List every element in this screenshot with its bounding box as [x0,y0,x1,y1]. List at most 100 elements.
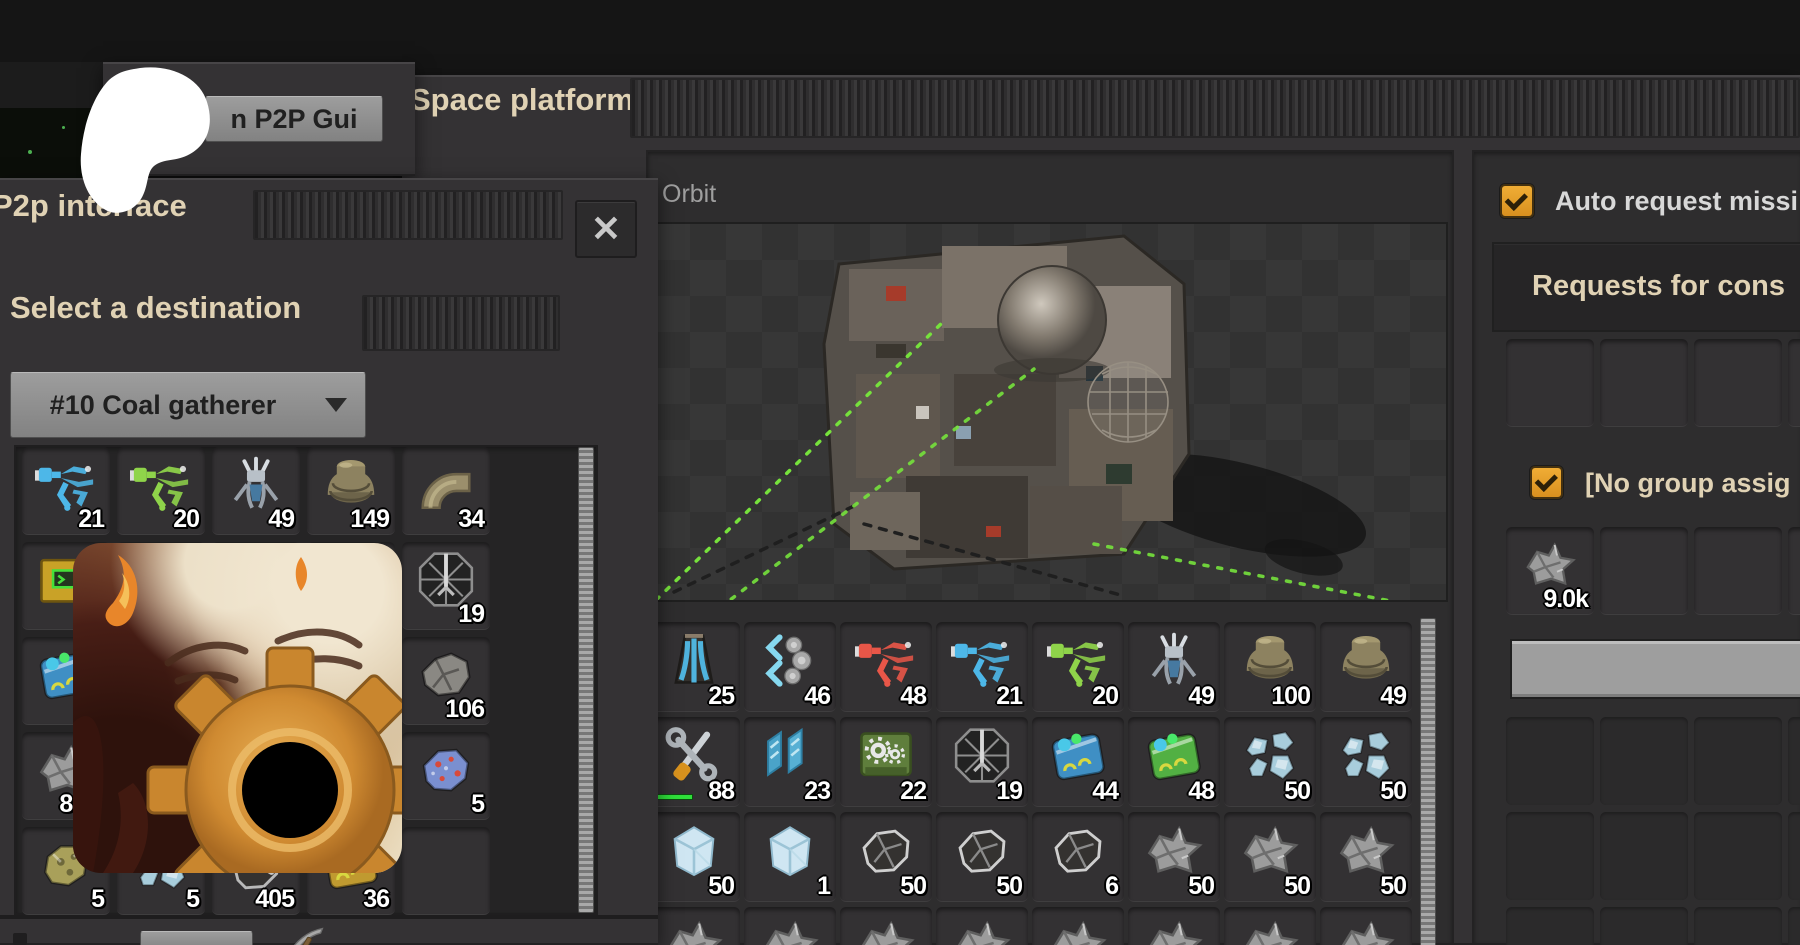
item-count: 44 [1092,777,1118,806]
item-count: 49 [1188,682,1214,711]
inventory-slot-empty[interactable] [1600,907,1688,945]
p2p-inventory-scrollbar[interactable] [578,447,594,913]
asteroid-icon [759,915,821,945]
inventory-slot-empty[interactable] [1694,527,1782,615]
inventory-slot-web[interactable]: 19 [402,542,490,630]
bottom-partial-button[interactable] [140,931,253,945]
inventory-slot-empty[interactable] [1694,339,1782,427]
item-count: 5 [471,790,484,819]
location-label: Orbit [662,180,716,209]
inventory-slot-repair[interactable]: 88 [648,717,740,807]
inventory-slot-empty[interactable] [402,827,490,915]
inventory-slot-circuit[interactable]: 21 [936,622,1028,712]
item-count: 25 [708,682,734,711]
inventory-slot-empty[interactable] [1506,339,1594,427]
inventory-slot-empty[interactable] [1600,339,1688,427]
inventory-slot-empty[interactable] [1600,717,1688,805]
inventory-slot-assembler[interactable]: 22 [840,717,932,807]
inventory-slot-asteroid[interactable] [648,907,740,945]
inventory-slot-empty[interactable] [1694,907,1782,945]
hub-inventory-grid: 2546482120491004988232219444850505015050… [648,622,1412,945]
durability-bar [657,794,693,800]
item-count: 20 [1092,682,1118,711]
auto-request-checkbox[interactable] [1500,184,1534,218]
item-count: 405 [255,885,294,914]
item-count: 50 [708,872,734,901]
item-count: 6 [1105,872,1118,901]
inventory-slot-icecube[interactable]: 50 [648,812,740,902]
inventory-slot-asteroid[interactable] [1320,907,1412,945]
inventory-slot-asteroid[interactable] [1032,907,1124,945]
asteroid-icon [1143,915,1205,945]
open-p2p-gui-button[interactable]: n P2P Gui [205,96,383,142]
inventory-slot-spider[interactable]: 49 [212,447,300,535]
inventory-slot-asteroid[interactable] [744,907,836,945]
inventory-slot-chunks[interactable]: 50 [1320,717,1412,807]
destination-dropdown[interactable]: #10 Coal gatherer [10,372,366,438]
inventory-slot-empty[interactable] [1694,717,1782,805]
inventory-slot-empty[interactable] [1788,527,1800,615]
inventory-slot-asteroid[interactable]: 50 [1320,812,1412,902]
inventory-slot-empty[interactable] [1506,717,1594,805]
p2p-window-drag-handle[interactable] [253,190,563,240]
empty-request-row [1506,717,1800,805]
inventory-slot-empty[interactable] [1788,812,1800,900]
inventory-slot-coal[interactable]: 6 [1032,812,1124,902]
inventory-slot-empty[interactable] [1788,907,1800,945]
inventory-slot-circuit[interactable]: 21 [22,447,110,535]
inventory-slot-engine[interactable]: 49 [1320,622,1412,712]
item-count: 50 [1380,777,1406,806]
inventory-slot-asteroid[interactable] [1128,907,1220,945]
inventory-slot-empty[interactable] [1788,339,1800,427]
inventory-slot-empty[interactable] [1600,527,1688,615]
hub-inventory-scrollbar[interactable] [1420,618,1436,945]
inventory-slot-stone[interactable]: 106 [402,637,490,725]
inventory-slot-ore[interactable]: 5 [402,732,490,820]
inventory-slot-empty[interactable] [1788,717,1800,805]
group-checkbox[interactable] [1530,466,1563,499]
asteroid-icon [1047,915,1109,945]
inventory-slot-circuit[interactable]: 48 [840,622,932,712]
inventory-slot-asteroid[interactable] [840,907,932,945]
asteroid-icon [1239,915,1301,945]
inventory-slot-asteroid[interactable]: 50 [1224,812,1316,902]
inventory-slot-circuit[interactable]: 20 [1032,622,1124,712]
hub-window-drag-handle[interactable] [630,78,1800,138]
white-blob-annotation [76,66,216,218]
item-count: 49 [1380,682,1406,711]
inventory-slot-mech[interactable]: 46 [744,622,836,712]
inventory-slot-icecube[interactable]: 1 [744,812,836,902]
group-slot-row: 9.0k [1506,527,1800,615]
inventory-slot-empty[interactable] [1694,812,1782,900]
inventory-slot-engine[interactable]: 100 [1224,622,1316,712]
item-count: 50 [1380,872,1406,901]
inventory-slot-empty[interactable] [1506,907,1594,945]
inventory-slot-web[interactable]: 19 [936,717,1028,807]
item-count: 19 [996,777,1022,806]
group-label: [No group assig [1585,468,1791,499]
inventory-slot-asteroid[interactable] [936,907,1028,945]
hub-inventory-pane: Orbit [646,150,1454,945]
inventory-slot-engine[interactable]: 149 [307,447,395,535]
inventory-slot-spider[interactable]: 49 [1128,622,1220,712]
inventory-slot-asteroid[interactable]: 9.0k [1506,527,1594,615]
item-count: 100 [1271,682,1310,711]
platform-viewport[interactable] [652,222,1448,602]
item-count: 149 [350,505,389,534]
inventory-slot-toolbox[interactable]: 48 [1128,717,1220,807]
inventory-slot-pipe[interactable]: 34 [402,447,490,535]
inventory-slot-thruster[interactable]: 25 [648,622,740,712]
inventory-slot-empty[interactable] [1600,812,1688,900]
inventory-slot-asteroid[interactable]: 50 [1128,812,1220,902]
inventory-slot-asteroid[interactable] [1224,907,1316,945]
inventory-slot-coal[interactable]: 50 [936,812,1028,902]
item-count: 20 [173,505,199,534]
inventory-slot-coal[interactable]: 50 [840,812,932,902]
item-count: 21 [996,682,1022,711]
inventory-slot-empty[interactable] [1506,812,1594,900]
inventory-slot-circuit[interactable]: 20 [117,447,205,535]
close-button[interactable]: ✕ [575,200,637,258]
inventory-slot-panels[interactable]: 23 [744,717,836,807]
inventory-slot-toolbox[interactable]: 44 [1032,717,1124,807]
inventory-slot-chunks[interactable]: 50 [1224,717,1316,807]
